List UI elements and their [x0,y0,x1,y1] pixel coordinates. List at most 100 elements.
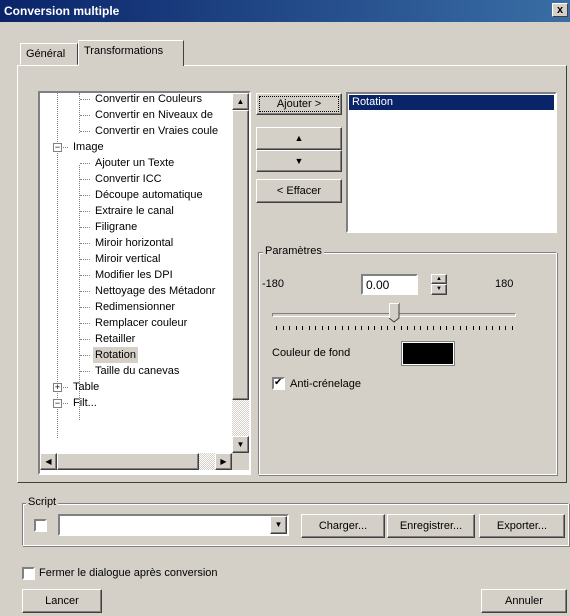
title-bar: Conversion multiple x [0,0,570,22]
slider-tick [335,326,336,330]
slider-tick [315,326,316,330]
collapse-icon[interactable]: − [53,399,62,408]
tree-connector [80,371,90,372]
expand-icon[interactable]: + [53,383,62,392]
script-checkbox[interactable] [34,519,47,532]
add-button-label: Ajouter > [276,98,322,110]
export-button[interactable]: Exporter... [479,514,565,538]
tree-folder[interactable]: Filt... [71,395,99,411]
transform-tree[interactable]: Convertir en Couleurs Convertir en Niveau… [38,91,251,475]
slider-tick [361,326,362,330]
slider-tick [394,326,395,330]
run-button[interactable]: Lancer [22,589,102,613]
list-item[interactable]: Rotation [349,95,554,110]
slider-tick [401,326,402,330]
tab-general[interactable]: Général [20,43,78,65]
tree-item[interactable]: Convertir en Niveaux de [93,107,215,123]
tree-connector [80,163,90,164]
tree-connector [80,99,90,100]
slider-tick [414,326,415,330]
move-down-button[interactable]: ▼ [256,150,342,172]
tree-scroll-left[interactable]: ◀ [40,453,57,470]
cancel-button-label: Annuler [505,595,543,607]
slider-tick [374,326,375,330]
tab-transformations[interactable]: Transformations [78,40,184,66]
slider-tick [302,326,303,330]
arrow-up-icon: ▲ [294,133,304,143]
arrow-up-icon: ▲ [236,97,245,106]
close-icon: x [556,4,564,16]
tree-item[interactable]: Retailler [93,331,137,347]
slider-ticks [272,326,516,330]
arrow-up-icon: ▲ [436,276,442,282]
rotation-slider[interactable] [272,302,516,339]
collapse-icon[interactable]: − [53,143,62,152]
slider-tick [348,326,349,330]
move-up-button[interactable]: ▲ [256,127,342,150]
tree-vscrollbar[interactable]: ▲ ▼ [232,93,249,453]
tree-item[interactable]: Convertir en Vraies coule [93,123,220,139]
rotation-spinner[interactable]: ▲ ▼ [431,274,447,295]
tree-item[interactable]: Rotation [93,347,138,363]
tree-item[interactable]: Découpe automatique [93,187,205,203]
clear-button[interactable]: < Effacer [256,179,342,203]
slider-tick [499,326,500,330]
spin-down-button[interactable]: ▼ [431,284,447,295]
slider-tick [309,326,310,330]
rotation-value-input[interactable]: 0.00 [361,274,418,295]
tree-item[interactable]: Miroir vertical [93,251,162,267]
arrow-down-icon: ▼ [294,156,304,166]
tree-hscroll-thumb[interactable] [57,453,199,470]
tree-scroll-right[interactable]: ▶ [215,453,232,470]
tree-item[interactable]: Ajouter un Texte [93,155,176,171]
close-button[interactable]: x [552,3,568,17]
run-button-label: Lancer [45,595,79,607]
antialias-checkbox[interactable]: ✔ [272,377,285,390]
tree-item[interactable]: Taille du canevas [93,363,181,379]
tree-item[interactable]: Convertir ICC [93,171,164,187]
tree-connector [80,259,90,260]
slider-tick [387,326,388,330]
slider-tick [433,326,434,330]
bg-color-swatch[interactable] [401,341,455,366]
arrow-left-icon: ◀ [45,457,52,466]
tree-connector [80,243,90,244]
save-button[interactable]: Enregistrer... [387,514,475,538]
tree-connector [80,211,90,212]
tree-item[interactable]: Nettoyage des Métadonr [93,283,217,299]
tree-item[interactable]: Filigrane [93,219,139,235]
selected-transforms-list[interactable]: Rotation [346,92,557,233]
script-dropdown-button[interactable]: ▼ [270,516,287,534]
slider-tick [453,326,454,330]
tree-folder[interactable]: Image [71,139,106,155]
tree-content: Convertir en Couleurs Convertir en Niveau… [40,93,233,453]
cancel-button[interactable]: Annuler [481,589,567,613]
chevron-down-icon: ▼ [274,520,283,529]
slider-tick [296,326,297,330]
load-button[interactable]: Charger... [301,514,385,538]
tree-folder[interactable]: Table [71,379,101,395]
list-item-label: Rotation [352,96,393,108]
tree-item[interactable]: Remplacer couleur [93,315,189,331]
tree-item[interactable]: Redimensionner [93,299,177,315]
tree-scroll-down[interactable]: ▼ [232,436,249,453]
tree-item[interactable]: Miroir horizontal [93,235,175,251]
tree-scroll-thumb[interactable] [232,110,249,400]
tree-item[interactable]: Extraire le canal [93,203,176,219]
tree-item[interactable]: Convertir en Couleurs [93,93,204,107]
add-button[interactable]: Ajouter > [256,93,342,115]
arrow-down-icon: ▼ [436,286,442,292]
clear-button-label: < Effacer [276,185,322,197]
param-min-label: -180 [262,278,285,290]
tree-hscrollbar[interactable]: ◀ ▶ [40,453,232,470]
slider-tick [368,326,369,330]
script-select[interactable]: ▼ [58,514,289,536]
close-after-checkbox[interactable] [22,567,35,580]
spin-up-button[interactable]: ▲ [431,274,447,284]
slider-thumb[interactable] [388,302,400,323]
tree-scroll-up[interactable]: ▲ [232,93,249,110]
slider-tick [407,326,408,330]
tree-item[interactable]: Modifier les DPI [93,267,175,283]
script-legend: Script [26,496,59,508]
bg-color-label: Couleur de fond [272,347,351,359]
